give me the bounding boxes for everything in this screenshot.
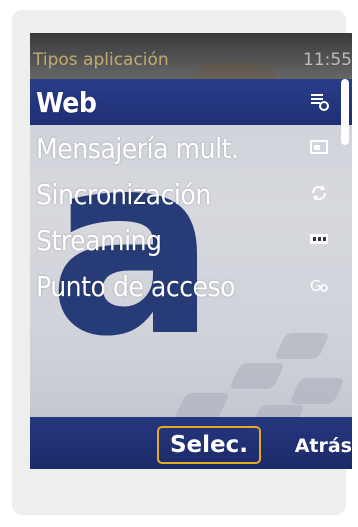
application-type-list: Web Mensajería mult. Sincronización Stre… xyxy=(30,79,352,309)
menu-item-label: Streaming xyxy=(36,223,162,257)
menu-item-synchronization[interactable]: Sincronización xyxy=(30,171,352,217)
wallpaper-tile xyxy=(273,333,331,359)
back-softkey[interactable]: Atrás xyxy=(295,435,352,457)
select-softkey[interactable]: Selec. xyxy=(157,426,261,464)
menu-item-label: Mensajería mult. xyxy=(36,131,239,165)
list-scrollbar[interactable] xyxy=(341,79,349,145)
wallpaper-tile xyxy=(228,363,286,389)
menu-item-label: Web xyxy=(36,85,97,119)
streaming-icon xyxy=(308,229,330,251)
multimedia-message-icon xyxy=(308,137,330,159)
softkey-bar: Selec. Atrás xyxy=(30,417,352,469)
menu-item-streaming[interactable]: Streaming xyxy=(30,217,352,263)
phone-screen: a Tipos aplicación 11:55 Web Mensajería … xyxy=(30,33,352,469)
svg-text:G: G xyxy=(310,277,322,295)
sync-icon xyxy=(308,183,330,205)
menu-item-label: Sincronización xyxy=(36,177,211,211)
access-point-icon: G xyxy=(308,275,330,297)
menu-item-label: Punto de acceso xyxy=(36,269,236,303)
status-bar: Tipos aplicación 11:55 xyxy=(30,33,352,79)
screen-title: Tipos aplicación xyxy=(33,50,169,70)
web-settings-icon xyxy=(308,91,330,113)
menu-item-access-point[interactable]: Punto de acceso G xyxy=(30,263,352,309)
clock: 11:55 xyxy=(303,50,352,70)
menu-item-multimedia-messaging[interactable]: Mensajería mult. xyxy=(30,125,352,171)
menu-item-web[interactable]: Web xyxy=(30,79,352,125)
wallpaper-tile xyxy=(173,393,231,419)
wallpaper-tile xyxy=(288,378,346,404)
